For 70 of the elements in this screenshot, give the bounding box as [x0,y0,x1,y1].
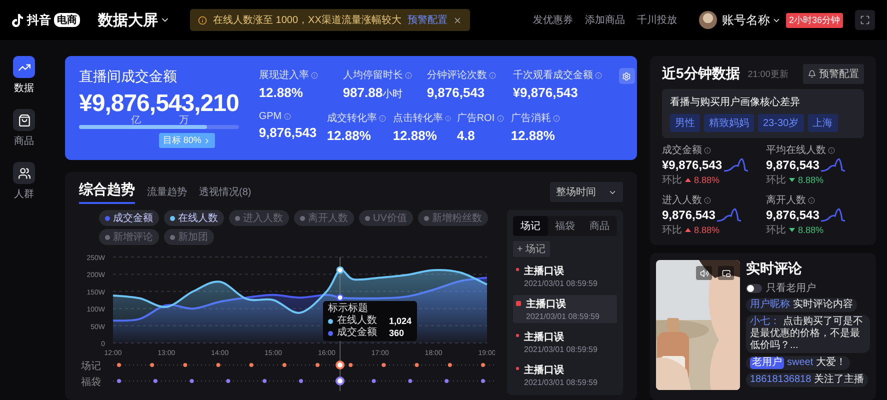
metric-value: ¥9,876,543 [512,85,579,100]
metric-value: 12.88% [510,128,556,143]
metric-value: 4.8 [456,128,476,143]
change-value: 8.88% [694,175,720,185]
metric-value: 12.88% [392,128,438,143]
compare-label: 环比 [766,174,786,187]
summary-title: 直播间成交金额 [79,68,178,86]
metric-label: 广告消耗 [510,112,551,125]
metric-label: 分钟评论次数 [426,68,487,82]
stat-label: 离开人数 [766,194,806,207]
log-time: 2021/03/01 08:59:59 [524,378,598,387]
metric-label: 展现进入率 [258,68,309,82]
metric-label: 广告ROI [456,112,495,125]
profile-title: 看播与购买用户画像核心差异 [670,96,801,109]
log-title: 主播口误 [524,264,565,278]
change-value: 8.88% [798,175,824,185]
compare-label: 环比 [662,174,682,187]
card-title: 实时评论 [746,260,803,278]
unit-mark: 万 [179,115,189,127]
stat-value: 9,876,543 [766,208,820,222]
card-title: 近5分钟数据 [662,65,740,83]
metric-label: 成交转化率 [326,112,377,125]
stat-value: ¥9,876,543 [662,158,722,172]
comment-text: 用户昵称 实时评论内容 [750,299,853,311]
unit-mark: 亿 [131,115,141,127]
tooltip-value: 1,024 [389,316,412,326]
log-title: 主播口误 [524,330,565,344]
metric-label: GPM [258,111,282,122]
compare-label: 环比 [766,224,786,237]
log-title: 主播口误 [526,297,567,311]
countdown-badge: 2小时36分钟 [786,12,843,28]
row-label: 福袋 [81,377,101,388]
metric-value: 9,876,543 [426,85,486,100]
tooltip-label: 在线人数 [337,315,378,326]
metric-label: 人均停留时长 [342,68,403,82]
stat-value: 9,876,543 [662,208,716,222]
profile-tag: 男性 [670,114,700,132]
metric-label: 千次观看成交金额 [512,68,593,82]
logo-text: 抖音 [27,12,51,28]
metric-value: 9,876,543 [258,125,318,140]
user-badge: 老用户 [750,357,784,369]
stat-value: 9,876,543 [766,158,820,172]
change-value: 8.88% [798,225,824,235]
tooltip-label: 成交金额 [337,327,378,339]
stat-label: 成交金额 [662,144,702,157]
profile-tag: 上海 [808,114,838,132]
update-time: 21:00更新 [748,68,788,80]
profile-tag: 精致妈妈 [704,114,754,132]
change-value: 8.88% [694,225,720,235]
comment-text: 小七： 点击购买了可是不是最优惠的价格，不是最低价吗？... [750,316,864,352]
comment-text: sweet 大爱！ [787,357,846,369]
stat-label: 平均在线人数 [766,144,826,157]
metric-value: 12.88% [326,128,372,143]
compare-label: 环比 [662,224,682,237]
profile-tag: 23-30岁 [758,114,804,132]
log-time: 2021/03/01 08:59:59 [526,312,600,321]
notice-text: 在线人数涨至 1000，XX渠道流量涨幅较大 [213,14,402,27]
row-label: 场记 [81,361,101,372]
tooltip-value: 360 [389,328,404,338]
logo-badge: 电商 [54,13,80,27]
metric-value: 12.88% [258,85,304,100]
log-time: 2021/03/01 08:59:59 [524,345,598,354]
metric-value: 987.88小时 [342,85,404,101]
log-time: 2021/03/01 08:59:59 [524,279,598,288]
comment-text: 18618136818 关注了主播 [750,374,864,386]
metric-label: 点击转化率 [392,112,443,125]
tooltip-title: 标示标题 [328,303,369,314]
stat-label: 进入人数 [662,194,702,207]
toggle-label: 只看老用户 [766,282,816,295]
log-title: 主播口误 [524,363,565,377]
